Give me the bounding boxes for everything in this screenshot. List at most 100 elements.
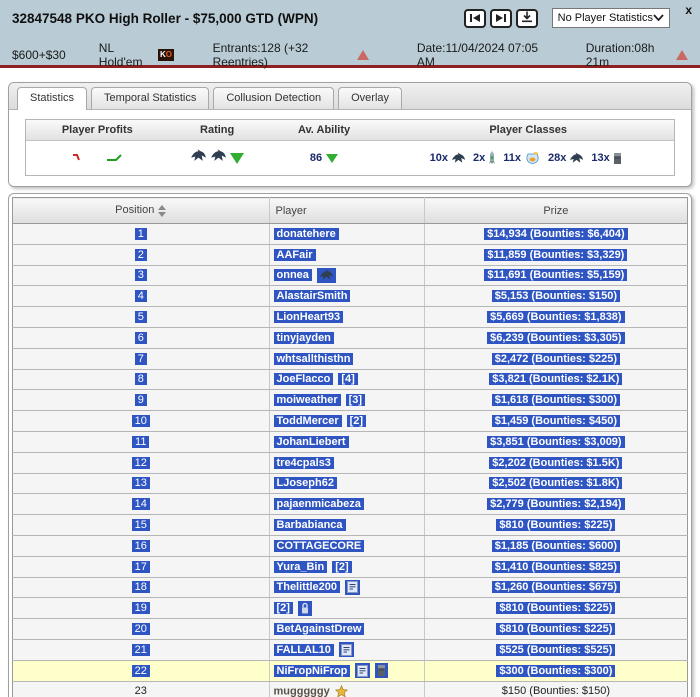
player-link[interactable]: FALLAL10 — [273, 643, 334, 656]
entrants-text: Entrants:128 (+32 Reentries) — [212, 41, 309, 69]
player-link[interactable]: pajaenmicabeza — [273, 498, 364, 511]
star-icon — [334, 684, 348, 697]
shark-rating-icon — [210, 149, 227, 167]
player-cell: ToddMercer [2] — [269, 410, 425, 432]
player-link[interactable]: NiFropNiFrop — [273, 664, 351, 677]
table-row[interactable]: 10 ToddMercer [2] $1,459 (Bounties: $450) — [12, 410, 688, 432]
player-link[interactable]: whtsallthisthn — [273, 352, 354, 365]
position-cell: 8 — [12, 369, 270, 391]
player-tag: [4] — [338, 373, 358, 386]
shark-icon — [316, 267, 336, 283]
position-value: 9 — [134, 394, 147, 407]
download-button[interactable] — [515, 8, 538, 28]
table-row[interactable]: 8 JoeFlacco [4] $3,821 (Bounties: $2.1K) — [12, 369, 688, 391]
prize-cell: $2,472 (Bounties: $225) — [424, 348, 688, 370]
player-cell: LionHeart93 — [269, 306, 425, 328]
note-icon — [355, 663, 371, 679]
prize-cell: $1,260 (Bounties: $675) — [424, 577, 688, 599]
table-row[interactable]: 5 LionHeart93 $5,669 (Bounties: $1,838) — [12, 306, 688, 328]
player-link[interactable]: LionHeart93 — [273, 311, 344, 324]
table-row[interactable]: 23 mugggggy $150 (Bounties: $150) — [12, 681, 688, 697]
prize-value: $2,202 (Bounties: $1.5K) — [489, 456, 623, 469]
tab-collusion-detection[interactable]: Collusion Detection — [213, 87, 335, 109]
player-link[interactable]: tinyjayden — [273, 331, 334, 344]
player-link[interactable]: onnea — [273, 269, 312, 282]
prize-cell: $5,153 (Bounties: $150) — [424, 285, 688, 308]
player-link[interactable]: JoeFlacco — [273, 373, 334, 386]
position-column-header[interactable]: Position — [12, 197, 270, 224]
position-value: 12 — [131, 456, 150, 469]
position-value: 10 — [131, 415, 150, 428]
table-row[interactable]: 1 donatehere $14,934 (Bounties: $6,404) — [12, 223, 688, 245]
player-link[interactable]: JohanLiebert — [273, 435, 349, 448]
position-value: 5 — [134, 311, 147, 324]
table-row[interactable]: 4 AlastairSmith $5,153 (Bounties: $150) — [12, 285, 688, 308]
player-link[interactable]: Barbabianca — [273, 519, 346, 532]
tab-overlay[interactable]: Overlay — [338, 87, 403, 109]
player-link[interactable]: mugggggy — [274, 685, 330, 697]
last-tournament-button[interactable] — [489, 8, 512, 28]
class-count: 13x — [591, 152, 610, 164]
table-row[interactable]: 3 onnea $11,691 (Bounties: $5,159) — [12, 265, 688, 287]
position-cell: 20 — [12, 618, 270, 640]
position-value: 8 — [134, 373, 147, 386]
player-link[interactable]: donatehere — [273, 227, 339, 240]
table-row[interactable]: 18 Thelittle200 $1,260 (Bounties: $675) — [12, 577, 688, 599]
position-cell: 14 — [12, 493, 270, 516]
position-value: 21 — [131, 643, 150, 656]
player-link[interactable]: BetAgainstDrew — [273, 623, 365, 636]
table-row[interactable]: 19 [2] $810 (Bounties: $225) — [12, 597, 688, 620]
player-cell: FALLAL10 — [269, 639, 425, 661]
position-cell: 5 — [12, 306, 270, 328]
lock-icon — [297, 600, 312, 616]
position-cell: 1 — [12, 223, 270, 245]
note-icon — [338, 642, 354, 658]
position-value: 15 — [131, 519, 150, 532]
position-value: 20 — [131, 623, 150, 636]
table-row[interactable]: 6 tinyjayden $6,239 (Bounties: $3,305) — [12, 327, 688, 349]
table-row[interactable]: 22 NiFropNiFrop $300 (Bounties: $300) — [12, 660, 688, 682]
first-tournament-button[interactable] — [463, 8, 486, 28]
table-row[interactable]: 13 LJoseph62 $2,502 (Bounties: $1.8K) — [12, 473, 688, 495]
player-link[interactable]: LJoseph62 — [273, 477, 337, 490]
table-row[interactable]: 21 FALLAL10 $525 (Bounties: $525) — [12, 639, 688, 661]
position-cell: 12 — [12, 452, 270, 474]
tab-temporal-statistics[interactable]: Temporal Statistics — [91, 87, 210, 109]
player-cell: donatehere — [269, 223, 425, 245]
table-row[interactable]: 7 whtsallthisthn $2,472 (Bounties: $225) — [12, 348, 688, 370]
table-row[interactable]: 9 moiweather [3] $1,618 (Bounties: $300) — [12, 389, 688, 412]
player-link[interactable]: AlastairSmith — [273, 290, 351, 303]
dropdown-value: No Player Statistics — [557, 12, 653, 24]
position-value: 7 — [134, 352, 147, 365]
date-text: Date:11/04/2024 07:05 AM — [416, 41, 539, 69]
position-value: 14 — [131, 498, 150, 511]
duration-text: Duration:08h 21m — [585, 41, 655, 69]
prize-value: $810 (Bounties: $225) — [496, 519, 616, 532]
table-row[interactable]: 14 pajaenmicabeza $2,779 (Bounties: $2,1… — [12, 493, 688, 516]
table-row[interactable]: 17 Yura_Bin [2] $1,410 (Bounties: $825) — [12, 556, 688, 578]
player-link[interactable]: COTTAGECORE — [273, 539, 365, 552]
table-row[interactable]: 11 JohanLiebert $3,851 (Bounties: $3,009… — [12, 431, 688, 453]
player-link[interactable]: AAFair — [273, 248, 316, 261]
position-value: 4 — [134, 290, 147, 303]
prize-column-header[interactable]: Prize — [424, 197, 688, 224]
player-link[interactable]: moiweather — [273, 394, 341, 407]
player-link[interactable]: tre4cpals3 — [273, 456, 334, 469]
player-column-header[interactable]: Player — [269, 197, 425, 224]
position-cell: 11 — [12, 431, 270, 453]
table-row[interactable]: 15 Barbabianca $810 (Bounties: $225) — [12, 514, 688, 536]
player-link[interactable]: Thelittle200 — [273, 581, 341, 594]
table-row[interactable]: 2 AAFair $11,859 (Bounties: $3,329) — [12, 244, 688, 266]
table-row[interactable]: 16 COTTAGECORE $1,185 (Bounties: $600) — [12, 535, 688, 557]
prize-value: $11,859 (Bounties: $3,329) — [484, 248, 628, 261]
tab-statistics[interactable]: Statistics — [17, 87, 88, 110]
prize-cell: $14,934 (Bounties: $6,404) — [424, 223, 688, 245]
player-link[interactable]: Yura_Bin — [273, 560, 328, 573]
player-link[interactable]: [2] — [273, 602, 293, 615]
player-statistics-dropdown[interactable]: No Player Statistics — [551, 8, 670, 28]
table-row[interactable]: 20 BetAgainstDrew $810 (Bounties: $225) — [12, 618, 688, 640]
tournament-title: 32847548 PKO High Roller - $75,000 GTD (… — [12, 10, 319, 26]
table-row[interactable]: 12 tre4cpals3 $2,202 (Bounties: $1.5K) — [12, 452, 688, 474]
close-icon[interactable]: x — [685, 4, 692, 16]
player-link[interactable]: ToddMercer — [273, 415, 342, 428]
